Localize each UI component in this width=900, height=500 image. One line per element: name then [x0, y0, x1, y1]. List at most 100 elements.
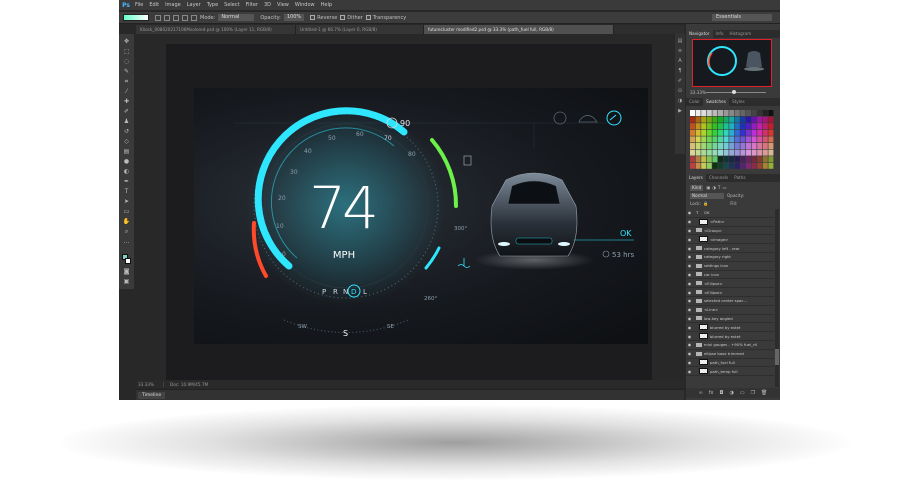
color-swatch[interactable]: [718, 136, 723, 143]
filter-adjust-icon[interactable]: ◑: [712, 185, 716, 190]
color-swatch[interactable]: [712, 143, 718, 149]
color-swatch[interactable]: [762, 156, 768, 163]
menu-layer[interactable]: Layer: [187, 2, 201, 8]
layer-row[interactable]: ◉ mini gauges - +90% fuel_rtl: [686, 341, 774, 350]
color-swatch[interactable]: [723, 136, 729, 143]
layer-row[interactable]: ◉ <Ellipse>: [686, 279, 774, 289]
filter-shape-icon[interactable]: ▭: [722, 185, 726, 190]
color-swatch[interactable]: [734, 129, 740, 136]
navigator-zoom-knob[interactable]: [732, 90, 736, 94]
adjustment-layer-icon[interactable]: ◑: [729, 390, 733, 396]
history-panel-icon[interactable]: ▤: [677, 38, 683, 44]
canvas-area[interactable]: 40 50 60 70 30 20 10 0 80 74 MPH P R N D…: [136, 34, 684, 386]
color-swatch[interactable]: [740, 149, 746, 156]
adjustments-panel-icon[interactable]: ◑: [677, 98, 683, 104]
color-swatch[interactable]: [706, 156, 712, 163]
color-swatch[interactable]: [712, 116, 718, 123]
color-swatch[interactable]: [690, 149, 695, 156]
type-tool-icon[interactable]: T: [122, 188, 131, 195]
visibility-eye-icon[interactable]: ◉: [686, 228, 693, 233]
color-swatch[interactable]: [762, 143, 768, 149]
color-swatch[interactable]: [729, 129, 735, 136]
layers-list[interactable]: ◉ T OK ◉ <Path> ◉ <Group> ◉ <Image> ◉ category lef…: [686, 209, 774, 387]
menu-window[interactable]: Window: [295, 2, 315, 8]
more-tools-icon[interactable]: …: [122, 238, 131, 245]
layers-scrollbar[interactable]: [775, 209, 779, 387]
color-swatch[interactable]: [712, 110, 718, 116]
color-swatch[interactable]: [729, 156, 735, 163]
color-swatch[interactable]: [690, 162, 695, 169]
menu-file[interactable]: File: [135, 2, 143, 8]
paragraph-panel-icon[interactable]: ¶: [677, 68, 683, 74]
tab-color[interactable]: Color: [686, 98, 703, 106]
linear-gradient-icon[interactable]: [155, 14, 161, 21]
actions-panel-icon[interactable]: ▶: [677, 108, 683, 114]
hand-tool-icon[interactable]: ✋: [122, 218, 131, 225]
color-swatch[interactable]: [723, 143, 729, 149]
color-swatch[interactable]: [718, 156, 723, 163]
color-swatch[interactable]: [718, 116, 723, 123]
color-swatch[interactable]: [723, 116, 729, 123]
color-swatch[interactable]: [757, 123, 763, 130]
color-swatch[interactable]: [740, 143, 746, 149]
color-swatch[interactable]: [723, 162, 729, 169]
color-swatch[interactable]: [690, 123, 695, 130]
new-layer-icon[interactable]: ❐: [751, 390, 755, 396]
color-swatch[interactable]: [695, 116, 701, 123]
color-swatch[interactable]: [757, 143, 763, 149]
gradient-tool-icon[interactable]: ▤: [122, 148, 131, 155]
gradient-picker[interactable]: [123, 14, 149, 21]
tab-histogram[interactable]: Histogram: [726, 30, 754, 38]
color-swatch[interactable]: [701, 129, 707, 136]
color-swatch[interactable]: [757, 136, 763, 143]
mode-select[interactable]: Normal: [218, 14, 255, 21]
layer-row[interactable]: ◉ ellipse base trimmed: [686, 350, 774, 359]
color-swatch[interactable]: [729, 123, 735, 130]
color-swatch[interactable]: [757, 110, 763, 116]
color-swatch[interactable]: [695, 162, 701, 169]
navigator-thumbnail[interactable]: [692, 39, 772, 87]
color-swatch[interactable]: [706, 129, 712, 136]
color-swatch[interactable]: [746, 136, 751, 143]
visibility-eye-icon[interactable]: ◉: [686, 369, 693, 374]
move-tool-icon[interactable]: ✥: [122, 38, 131, 45]
color-swatch[interactable]: [695, 136, 701, 143]
layer-row[interactable]: ◉ <Group>: [686, 227, 774, 236]
color-swatch[interactable]: [740, 156, 746, 163]
layer-row[interactable]: ◉ path_temp full: [686, 367, 774, 377]
color-swatch[interactable]: [768, 110, 774, 116]
color-swatch[interactable]: [706, 143, 712, 149]
color-swatch[interactable]: [723, 149, 729, 156]
delete-layer-icon[interactable]: 🗑: [761, 390, 767, 396]
color-swatch[interactable]: [729, 143, 735, 149]
layer-row[interactable]: ◉ blurred by extet: [686, 332, 774, 341]
color-swatch[interactable]: [690, 143, 695, 149]
color-swatch[interactable]: [746, 123, 751, 130]
color-swatch[interactable]: [695, 123, 701, 130]
doc-tab-active[interactable]: futurecluster modified2.psd @ 33.3% (pat…: [424, 25, 614, 34]
color-swatch[interactable]: [751, 123, 757, 130]
reflected-gradient-icon[interactable]: [182, 14, 188, 21]
color-swatch[interactable]: [751, 129, 757, 136]
color-swatch[interactable]: [734, 143, 740, 149]
status-zoom[interactable]: 33.33%: [136, 381, 164, 387]
color-swatch[interactable]: [718, 129, 723, 136]
color-swatch[interactable]: [762, 149, 768, 156]
color-swatch[interactable]: [751, 149, 757, 156]
color-swatch[interactable]: [734, 123, 740, 130]
navigator-zoom[interactable]: 33.33%: [690, 90, 706, 95]
layers-scroll-thumb[interactable]: [775, 349, 779, 365]
color-swatch[interactable]: [706, 136, 712, 143]
shape-tool-icon[interactable]: ▭: [122, 208, 131, 215]
color-swatch[interactable]: [757, 129, 763, 136]
properties-panel-icon[interactable]: ≡: [677, 48, 683, 54]
marquee-tool-icon[interactable]: ⬚: [122, 48, 131, 55]
angle-gradient-icon[interactable]: [173, 14, 179, 21]
link-layers-icon[interactable]: ∞: [699, 390, 703, 396]
menu-view[interactable]: View: [277, 2, 289, 8]
color-swatch[interactable]: [734, 149, 740, 156]
navigator-view-box[interactable]: [692, 39, 772, 87]
color-swatch[interactable]: [718, 123, 723, 130]
color-swatch[interactable]: [768, 136, 774, 143]
menu-filter[interactable]: Filter: [246, 2, 258, 8]
